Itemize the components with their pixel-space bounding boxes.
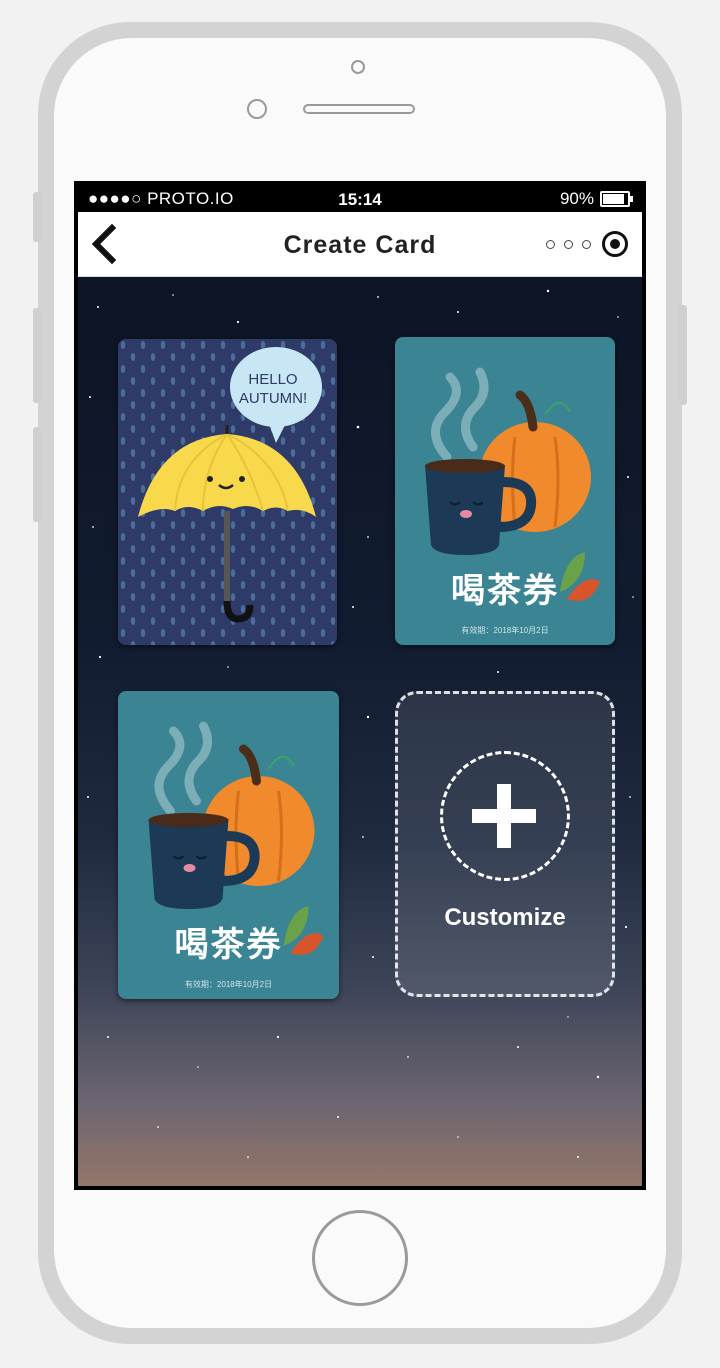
nav-bar: Create Card xyxy=(78,212,642,277)
volume-down-button xyxy=(33,427,41,522)
card-tea-voucher-1[interactable]: 喝茶券 有效期：2018年10月2日 xyxy=(395,337,615,645)
more-options-icon[interactable] xyxy=(546,240,591,249)
customize-card-button[interactable]: Customize xyxy=(395,691,615,997)
card-tea-voucher-2[interactable]: 喝茶券 有效期：2018年10月2日 xyxy=(118,691,339,999)
front-camera xyxy=(351,60,365,74)
tea-voucher-validity: 有效期：2018年10月2日 xyxy=(184,980,273,989)
add-circle xyxy=(440,751,570,881)
tea-voucher-title: 喝茶券 xyxy=(174,925,283,965)
battery-icon xyxy=(600,191,633,207)
proximity-sensor xyxy=(247,99,267,119)
mute-switch xyxy=(33,192,41,242)
power-button xyxy=(679,305,687,405)
speech-line-2: AUTUMN! xyxy=(239,390,307,407)
clock: 15:14 xyxy=(338,190,382,209)
phone-screen: ●●●●○ PROTO.IO 15:14 90% Create Card HEL… xyxy=(74,181,646,1190)
record-target-icon[interactable] xyxy=(602,231,628,257)
card-hello-autumn[interactable]: HELLO AUTUMN! xyxy=(118,339,337,645)
speech-line-1: HELLO xyxy=(248,371,297,388)
tea-voucher-validity: 有效期：2018年10月2日 xyxy=(461,626,549,635)
volume-up-button xyxy=(33,308,41,403)
customize-label: Customize xyxy=(444,904,566,931)
status-bar: ●●●●○ PROTO.IO 15:14 90% xyxy=(78,185,642,212)
card-gallery: HELLO AUTUMN! 喝茶券 有效期：2018年10月2日 喝茶券 有效期… xyxy=(78,277,642,1186)
tea-voucher-title: 喝茶券 xyxy=(451,571,559,611)
battery-status: 90% xyxy=(559,189,633,209)
umbrella-illustration: HELLO AUTUMN! xyxy=(118,339,337,645)
battery-percent: 90% xyxy=(559,189,594,208)
earpiece-speaker xyxy=(303,104,415,114)
home-button[interactable] xyxy=(312,1210,408,1306)
